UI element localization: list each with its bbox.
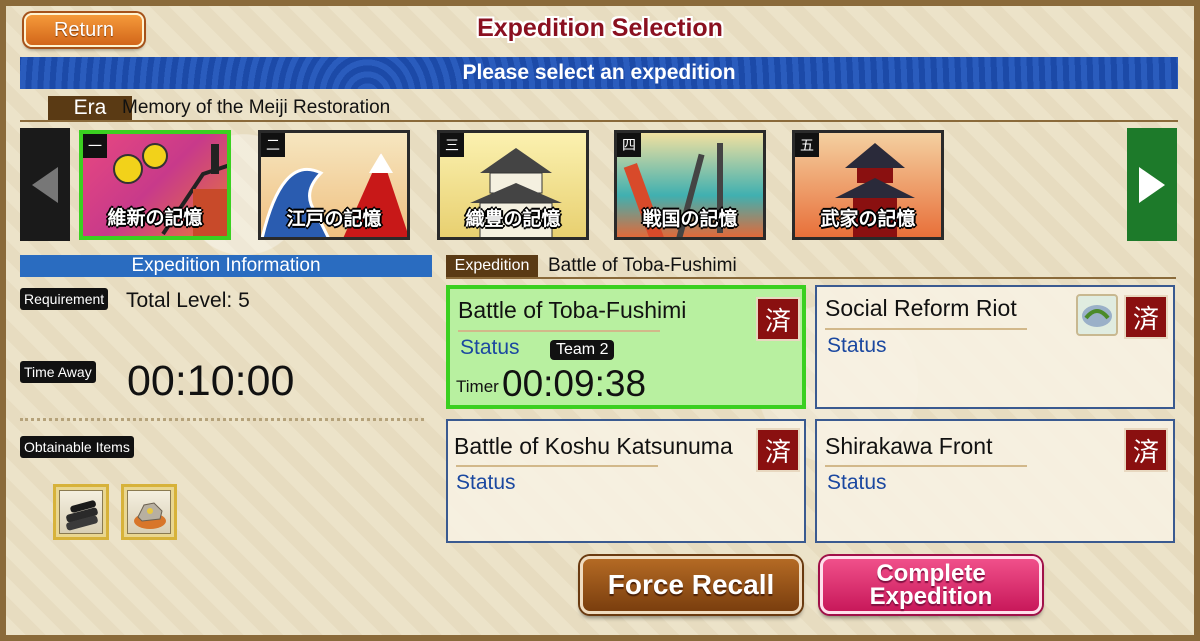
completed-badge-icon: 済 (1124, 295, 1168, 339)
requirement-value: Total Level: 5 (126, 289, 250, 312)
era-row: Era Memory of the Meiji Restoration (20, 96, 1178, 122)
expedition-card-title: Battle of Toba-Fushimi (458, 297, 687, 323)
ore-item-icon (134, 502, 166, 529)
expedition-card-koshu-katsunuma[interactable]: Battle of Koshu Katsunuma Status 済 (446, 419, 806, 543)
era-card-label: 維新の記憶 (107, 207, 203, 229)
expedition-tag: Expedition (446, 255, 538, 277)
expedition-card-title: Battle of Koshu Katsunuma (454, 433, 733, 459)
era-card-number: 五 (795, 133, 819, 157)
time-away-label: Time Away (20, 361, 96, 383)
rice-seedling-icon (1076, 294, 1118, 336)
era-card-meiji[interactable]: 一 維新の記憶 (79, 130, 231, 240)
title-underline (456, 465, 658, 467)
title-underline (825, 328, 1027, 330)
force-recall-button[interactable]: Force Recall (580, 556, 802, 614)
era-card-label: 織豊の記憶 (465, 208, 561, 230)
era-next-arrow-icon[interactable] (1127, 128, 1177, 241)
expedition-card-shirakawa-front[interactable]: Shirakawa Front Status 済 (815, 419, 1175, 543)
expedition-card-status: Status (456, 471, 516, 494)
obtainable-item-charcoal[interactable] (53, 484, 109, 540)
era-tag: Era (48, 96, 132, 120)
era-name: Memory of the Meiji Restoration (122, 97, 391, 118)
obtainable-items-label: Obtainable Items (20, 436, 134, 458)
charcoal-item-icon (66, 500, 98, 531)
expedition-card-status: Status (827, 334, 887, 357)
expedition-card-social-reform-riot[interactable]: Social Reform Riot Status 済 (815, 285, 1175, 409)
era-card-shokuho[interactable]: 三 織豊の記憶 (437, 130, 589, 240)
title-underline (458, 330, 660, 332)
expedition-card-title: Social Reform Riot (825, 295, 1017, 321)
expedition-card-toba-fushimi[interactable]: Battle of Toba-Fushimi Status Team 2 Tim… (446, 285, 806, 409)
era-card-number: 二 (261, 133, 285, 157)
time-away-value: 00:10:00 (127, 357, 295, 405)
completed-badge-icon: 済 (1124, 428, 1168, 472)
era-card-number: 四 (617, 133, 641, 157)
completed-badge-icon: 済 (756, 428, 800, 472)
page-title: Expedition Selection (477, 14, 723, 42)
complete-line2: Expedition (869, 583, 993, 610)
expedition-card-status: Status (827, 471, 887, 494)
era-card-edo[interactable]: 二 江戸の記憶 (258, 130, 410, 240)
complete-line1: Complete (876, 560, 986, 587)
requirement-label: Requirement (20, 288, 109, 310)
era-card-sengoku[interactable]: 四 戦国の記憶 (614, 130, 766, 240)
divider (20, 418, 424, 421)
title-underline (825, 465, 1027, 467)
completed-badge-icon: 済 (756, 297, 800, 341)
era-card-label: 江戸の記憶 (286, 208, 382, 230)
timer-label: Timer (456, 377, 499, 396)
era-prev-arrow-icon[interactable] (20, 128, 70, 241)
team-badge: Team 2 (550, 340, 615, 360)
expedition-card-status: Status (460, 336, 520, 359)
obtainable-item-ore[interactable] (121, 484, 177, 540)
rice-seedling-glyph (1082, 305, 1112, 327)
complete-expedition-button[interactable]: Complete Expedition (820, 556, 1042, 614)
era-card-number: 三 (440, 133, 464, 157)
era-card-label: 武家の記憶 (820, 208, 916, 230)
era-card-number: 一 (83, 134, 107, 158)
selected-expedition-name: Battle of Toba-Fushimi (548, 255, 737, 276)
instruction-banner: Please select an expedition (20, 57, 1178, 89)
era-card-label: 戦国の記憶 (642, 208, 738, 230)
expedition-info-heading: Expedition Information (20, 255, 432, 277)
banner-text: Please select an expedition (462, 61, 736, 84)
timer-value: 00:09:38 (502, 363, 647, 404)
era-card-buke[interactable]: 五 武家の記憶 (792, 130, 944, 240)
expedition-row: Expedition Battle of Toba-Fushimi (446, 255, 1176, 279)
expedition-card-title: Shirakawa Front (825, 433, 993, 459)
